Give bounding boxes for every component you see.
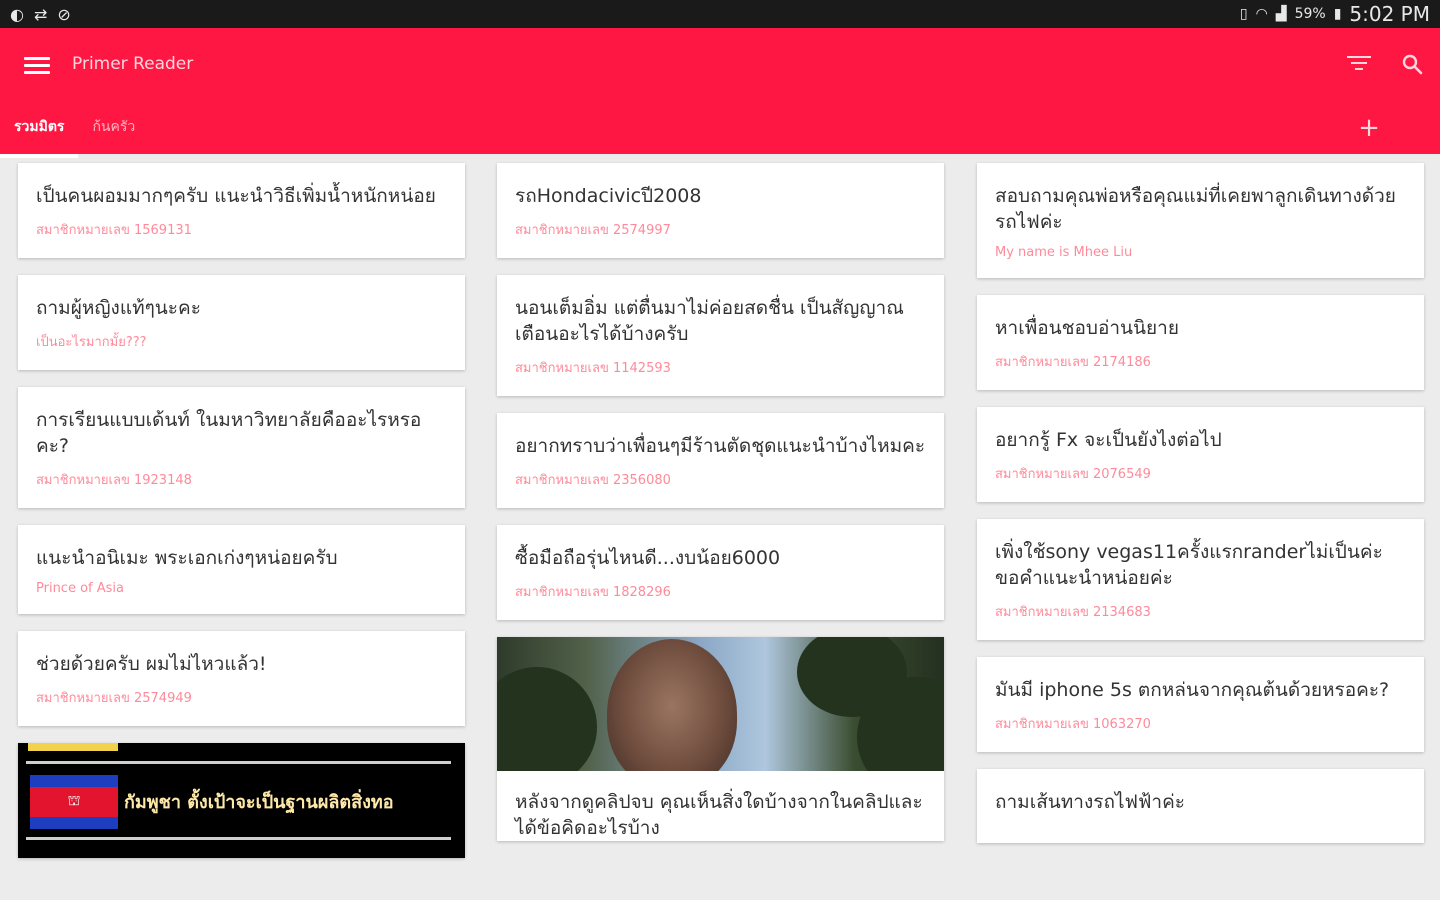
thumbnail-tree — [497, 667, 597, 771]
topic-title: ซื้อมือถือรุ่นไหนดี...งบน้อย6000 — [515, 547, 781, 569]
cambodia-flag-icon: ⛫ — [30, 775, 118, 829]
topic-author: Prince of Asia — [36, 581, 124, 596]
thumbnail-stripe — [28, 743, 118, 751]
filter-icon[interactable] — [1346, 56, 1372, 76]
topic-author: สมาชิกหมายเลข 2356080 — [515, 473, 671, 488]
news-thumbnail: ⛫ กัมพูชา ตั้งเป้าจะเป็นฐานผลิตสิ่งทอ — [18, 743, 465, 858]
topic-card[interactable]: อยากทราบว่าเพื่อนๆมีร้านตัดชุดแนะนำบ้างไ… — [497, 413, 944, 508]
topic-title: เพิ่งใช้sony vegas11ครั้งแรกranderไม่เป็… — [995, 541, 1383, 589]
topic-card[interactable]: ถามผู้หญิงแท้ๆนะคะ เป็นอะไรมากมั้ย??? — [18, 275, 465, 370]
sync-icon: ⇄ — [33, 4, 48, 24]
status-bar: ◐ ⇄ ⊘ ▯ ◠ ▟ 59% ▮ 5:02 PM — [0, 0, 1440, 28]
image-topic-card[interactable]: หลังจากดูคลิปจบ คุณเห็นสิ่งใดบ้างจากในคล… — [497, 637, 944, 841]
battery-icon: ▮ — [1333, 6, 1342, 22]
tab-konkrua[interactable]: ก้นครัว — [78, 112, 149, 154]
topic-title: รถHondacivicปี2008 — [515, 185, 702, 207]
topic-title: ถามผู้หญิงแท้ๆนะคะ — [36, 297, 201, 319]
topic-title: อยากทราบว่าเพื่อนๆมีร้านตัดชุดแนะนำบ้างไ… — [515, 435, 926, 457]
feed-column-3: สอบถามคุณพ่อหรือคุณแม่ที่เคยพาลูกเดินทาง… — [977, 163, 1424, 860]
menu-icon[interactable] — [24, 54, 50, 76]
topic-card[interactable]: ซื้อมือถือรุ่นไหนดี...งบน้อย6000 สมาชิกห… — [497, 525, 944, 620]
thumbnail-caption: กัมพูชา ตั้งเป้าจะเป็นฐานผลิตสิ่งทอ — [124, 792, 394, 813]
topic-title: อยากรู้ Fx จะเป็นยังไงต่อไป — [995, 429, 1222, 451]
video-thumbnail — [497, 637, 944, 771]
topic-card[interactable]: รถHondacivicปี2008 สมาชิกหมายเลข 2574997 — [497, 163, 944, 258]
topic-title: นอนเต็มอิ่ม แต่ตื่นมาไม่ค่อยสดชื่น เป็นส… — [515, 297, 904, 345]
topic-card[interactable]: การเรียนแบบเด้นท์ ในมหาวิทยาลัยคืออะไรหร… — [18, 387, 465, 508]
topic-author: สมาชิกหมายเลข 2574949 — [36, 691, 192, 706]
app-title: Primer Reader — [72, 54, 194, 74]
topic-card[interactable]: สอบถามคุณพ่อหรือคุณแม่ที่เคยพาลูกเดินทาง… — [977, 163, 1424, 278]
clock: 5:02 PM — [1349, 2, 1430, 26]
topic-card[interactable]: อยากรู้ Fx จะเป็นยังไงต่อไป สมาชิกหมายเล… — [977, 407, 1424, 502]
mute-icon: ▯ — [1239, 6, 1248, 22]
topic-author: สมาชิกหมายเลข 1063270 — [995, 717, 1151, 732]
topic-title: ช่วยด้วยครับ ผมไม่ไหวแล้ว! — [36, 653, 267, 675]
topic-card[interactable]: เพิ่งใช้sony vegas11ครั้งแรกranderไม่เป็… — [977, 519, 1424, 640]
topic-title: ถามเส้นทางรถไฟฟ้าค่ะ — [995, 791, 1185, 813]
topic-title: การเรียนแบบเด้นท์ ในมหาวิทยาลัยคืออะไรหร… — [36, 409, 422, 457]
compass-icon: ⊘ — [57, 4, 71, 24]
topic-title: สอบถามคุณพ่อหรือคุณแม่ที่เคยพาลูกเดินทาง… — [995, 185, 1396, 233]
topic-author: สมาชิกหมายเลข 1142593 — [515, 361, 671, 376]
status-icons-left: ◐ ⇄ ⊘ — [0, 5, 71, 24]
topic-card[interactable]: นอนเต็มอิ่ม แต่ตื่นมาไม่ค่อยสดชื่น เป็นส… — [497, 275, 944, 396]
topic-author: สมาชิกหมายเลข 2574997 — [515, 223, 671, 238]
topic-author: สมาชิกหมายเลข 1923148 — [36, 473, 192, 488]
topic-title: เป็นคนผอมมากๆครับ แนะนำวิธีเพิ่มน้ำหนักห… — [36, 185, 436, 207]
topic-author: สมาชิกหมายเลข 2076549 — [995, 467, 1151, 482]
app-bar: Primer Reader รวมมิตร ก้นครัว + — [0, 28, 1440, 158]
topic-title: หลังจากดูคลิปจบ คุณเห็นสิ่งใดบ้างจากในคล… — [515, 791, 923, 839]
tab-ruammit[interactable]: รวมมิตร — [0, 112, 79, 158]
topic-card[interactable]: เป็นคนผอมมากๆครับ แนะนำวิธีเพิ่มน้ำหนักห… — [18, 163, 465, 258]
topic-author: สมาชิกหมายเลข 2174186 — [995, 355, 1151, 370]
status-icons-right: ▯ ◠ ▟ 59% ▮ 5:02 PM — [1240, 2, 1440, 26]
topic-author: สมาชิกหมายเลข 1828296 — [515, 585, 671, 600]
signal-icon: ▟ — [1275, 6, 1287, 22]
thumbnail-line — [26, 761, 451, 764]
topic-card[interactable]: ช่วยด้วยครับ ผมไม่ไหวแล้ว! สมาชิกหมายเลข… — [18, 631, 465, 726]
wifi-icon: ◠ — [1255, 6, 1268, 22]
topic-card[interactable]: หาเพื่อนชอบอ่านนิยาย สมาชิกหมายเลข 21741… — [977, 295, 1424, 390]
feed-column-2: รถHondacivicปี2008 สมาชิกหมายเลข 2574997… — [497, 163, 944, 858]
topic-card[interactable]: แนะนำอนิเมะ พระเอกเก่งๆหน่อยครับ Prince … — [18, 525, 465, 614]
feed-column-1: เป็นคนผอมมากๆครับ แนะนำวิธีเพิ่มน้ำหนักห… — [18, 163, 465, 875]
topic-title: แนะนำอนิเมะ พระเอกเก่งๆหน่อยครับ — [36, 547, 338, 569]
tab-bar: รวมมิตร ก้นครัว — [0, 112, 149, 158]
thumbnail-line — [26, 837, 451, 840]
topic-author: สมาชิกหมายเลข 1569131 — [36, 223, 192, 238]
topic-title: มันมี iphone 5s ตกหล่นจากคุณต้นด้วยหรอคะ… — [995, 679, 1390, 701]
image-topic-card[interactable]: ⛫ กัมพูชา ตั้งเป้าจะเป็นฐานผลิตสิ่งทอ — [18, 743, 465, 858]
topic-author: My name is Mhee Liu — [995, 245, 1133, 260]
brightness-icon: ◐ — [10, 4, 24, 24]
topic-author: สมาชิกหมายเลข 2134683 — [995, 605, 1151, 620]
topic-title: หาเพื่อนชอบอ่านนิยาย — [995, 317, 1179, 339]
topic-card[interactable]: ถามเส้นทางรถไฟฟ้าค่ะ — [977, 769, 1424, 843]
card-body: หลังจากดูคลิปจบ คุณเห็นสิ่งใดบ้างจากในคล… — [497, 771, 944, 841]
topic-card[interactable]: มันมี iphone 5s ตกหล่นจากคุณต้นด้วยหรอคะ… — [977, 657, 1424, 752]
add-icon[interactable]: + — [1356, 115, 1382, 142]
battery-percent: 59% — [1294, 6, 1326, 22]
thumbnail-face — [607, 639, 737, 771]
topic-author: เป็นอะไรมากมั้ย??? — [36, 335, 147, 350]
search-icon[interactable] — [1400, 52, 1424, 76]
